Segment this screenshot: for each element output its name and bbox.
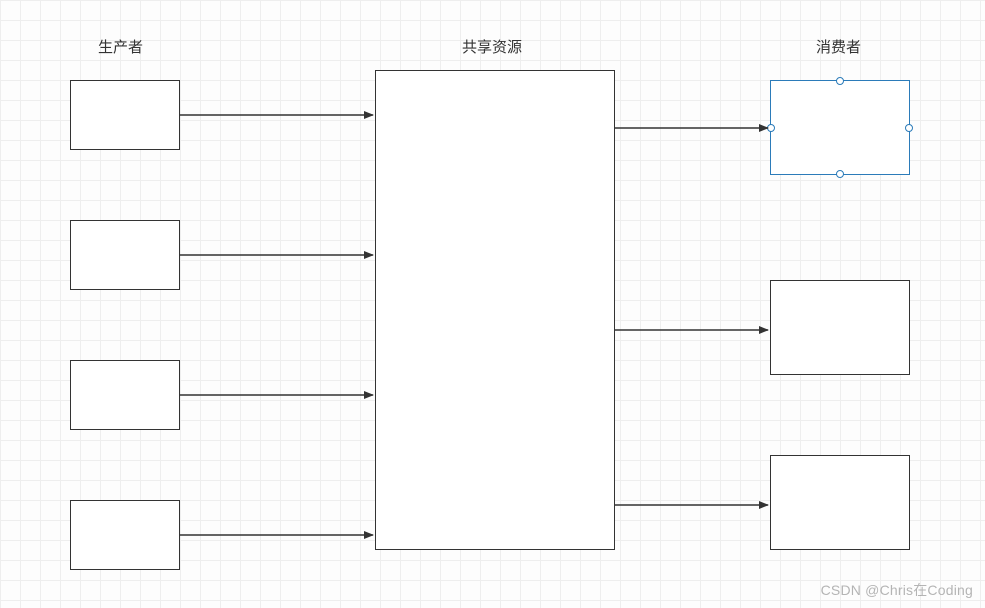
consumer-box-selected[interactable] <box>770 80 910 175</box>
producer-box[interactable] <box>70 80 180 150</box>
selection-handle-icon[interactable] <box>905 124 913 132</box>
consumer-label: 消费者 <box>816 36 861 57</box>
shared-resource-label: 共享资源 <box>462 36 522 57</box>
shared-resource-box[interactable] <box>375 70 615 550</box>
producer-box[interactable] <box>70 220 180 290</box>
consumer-box[interactable] <box>770 455 910 550</box>
producer-box[interactable] <box>70 360 180 430</box>
watermark-text: CSDN @Chris在Coding <box>821 580 973 600</box>
producer-box[interactable] <box>70 500 180 570</box>
selection-handle-icon[interactable] <box>836 77 844 85</box>
selection-handle-icon[interactable] <box>836 170 844 178</box>
consumer-box[interactable] <box>770 280 910 375</box>
selection-handle-icon[interactable] <box>767 124 775 132</box>
producer-label: 生产者 <box>98 36 143 57</box>
